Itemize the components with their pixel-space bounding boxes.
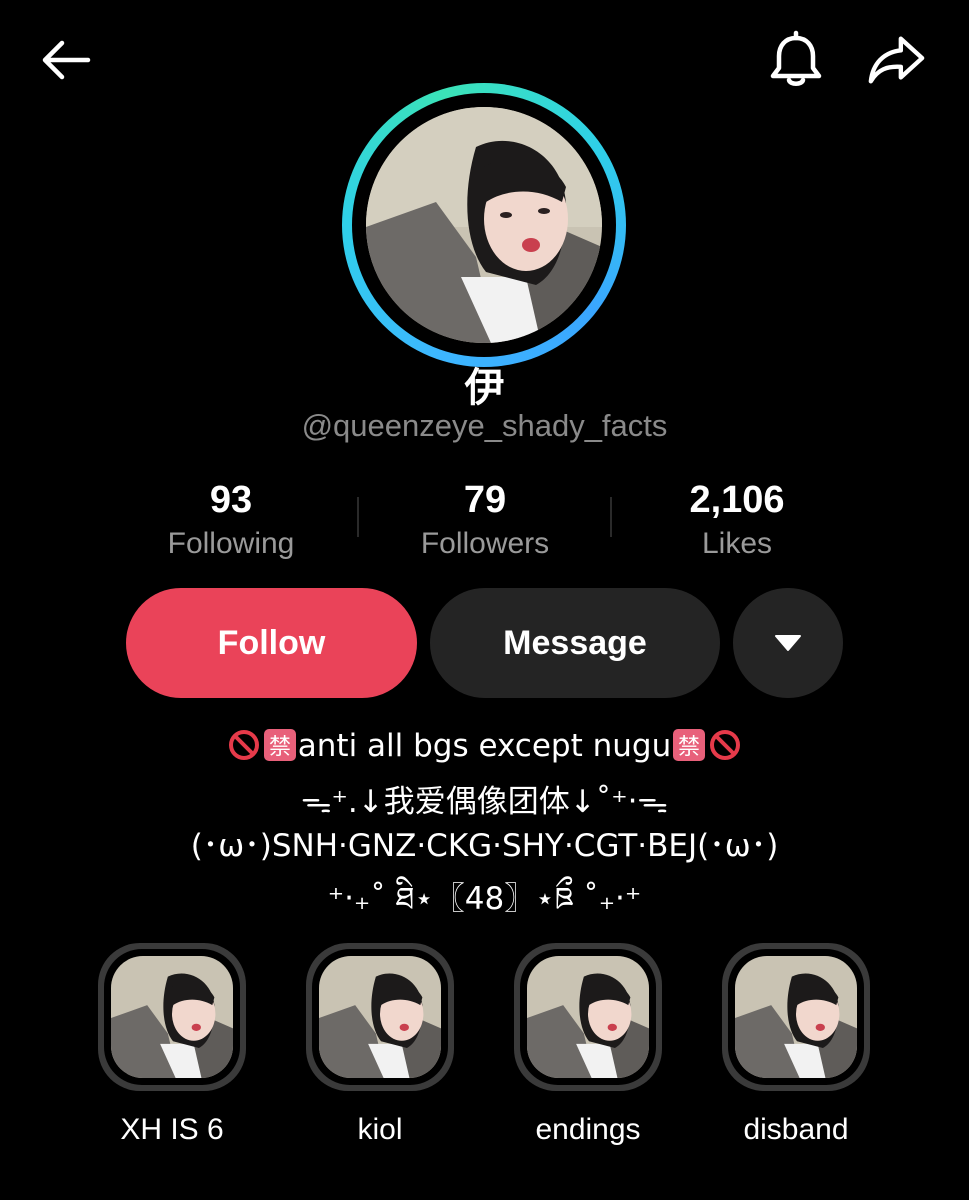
followers-label: Followers: [420, 527, 550, 560]
notifications-button[interactable]: [766, 30, 826, 90]
no-entry-icon: [710, 730, 741, 760]
highlight-item[interactable]: endings: [513, 943, 663, 1147]
svg-text:禁: 禁: [678, 735, 700, 760]
highlight-item[interactable]: XH IS 6: [97, 943, 247, 1147]
stat-following[interactable]: 93 Following: [101, 478, 361, 564]
highlight-frame: [514, 943, 662, 1091]
bell-icon: [770, 30, 822, 86]
stat-followers[interactable]: 79 Followers: [355, 478, 615, 564]
svg-text:禁: 禁: [269, 735, 291, 760]
back-arrow-icon: [42, 40, 91, 80]
bio-line-1-text: anti all bgs except nugu: [297, 728, 672, 764]
no-entry-icon: [228, 730, 259, 760]
message-button[interactable]: Message: [430, 588, 720, 698]
follow-button[interactable]: Follow: [126, 588, 417, 698]
highlight-item[interactable]: kiol: [305, 943, 455, 1147]
followers-count: 79: [463, 479, 507, 521]
back-button[interactable]: [36, 30, 96, 90]
highlight-thumbnail: [527, 956, 649, 1078]
username-handle: @queenzeye_shady_facts: [301, 408, 668, 443]
prohibited-kanji-icon: 禁: [263, 729, 296, 761]
display-name: 伊: [464, 365, 505, 411]
caret-down-icon: [775, 635, 801, 651]
following-count: 93: [209, 479, 253, 521]
share-button[interactable]: [866, 30, 926, 90]
more-options-button[interactable]: [733, 588, 843, 698]
highlight-thumbnail: [319, 956, 441, 1078]
avatar-story-ring[interactable]: [342, 83, 626, 367]
highlight-label: XH IS 6: [120, 1113, 224, 1146]
highlight-label: kiol: [357, 1113, 403, 1146]
highlight-item[interactable]: disband: [721, 943, 871, 1147]
bio-line-3: (･ω･)SNH·GNZ·CKG·SHY·CGT·BEJ(･ω･): [190, 828, 779, 864]
prohibited-kanji-icon: 禁: [673, 729, 706, 761]
following-label: Following: [167, 527, 295, 560]
bio-line-1: 禁 anti all bgs except nugu 禁: [0, 728, 969, 764]
share-icon: [868, 36, 925, 84]
highlight-frame: [306, 943, 454, 1091]
highlight-frame: [722, 943, 870, 1091]
highlight-thumbnail: [111, 956, 233, 1078]
highlight-label: endings: [535, 1113, 641, 1146]
highlight-label: disband: [743, 1113, 849, 1146]
bio-line-4: ⁺‧₊˚ ཐི⋆〖48〗⋆ཋྀ ˚₊‧⁺: [327, 881, 642, 917]
likes-label: Likes: [701, 527, 773, 560]
avatar: [366, 107, 602, 343]
stat-likes[interactable]: 2,106 Likes: [607, 478, 867, 564]
highlight-thumbnail: [735, 956, 857, 1078]
bio-line-2: ᯓ⁺.↓我爱偶像团体↓˚⁺‧ᯓ: [300, 784, 668, 820]
highlight-frame: [98, 943, 246, 1091]
likes-count: 2,106: [689, 479, 785, 521]
